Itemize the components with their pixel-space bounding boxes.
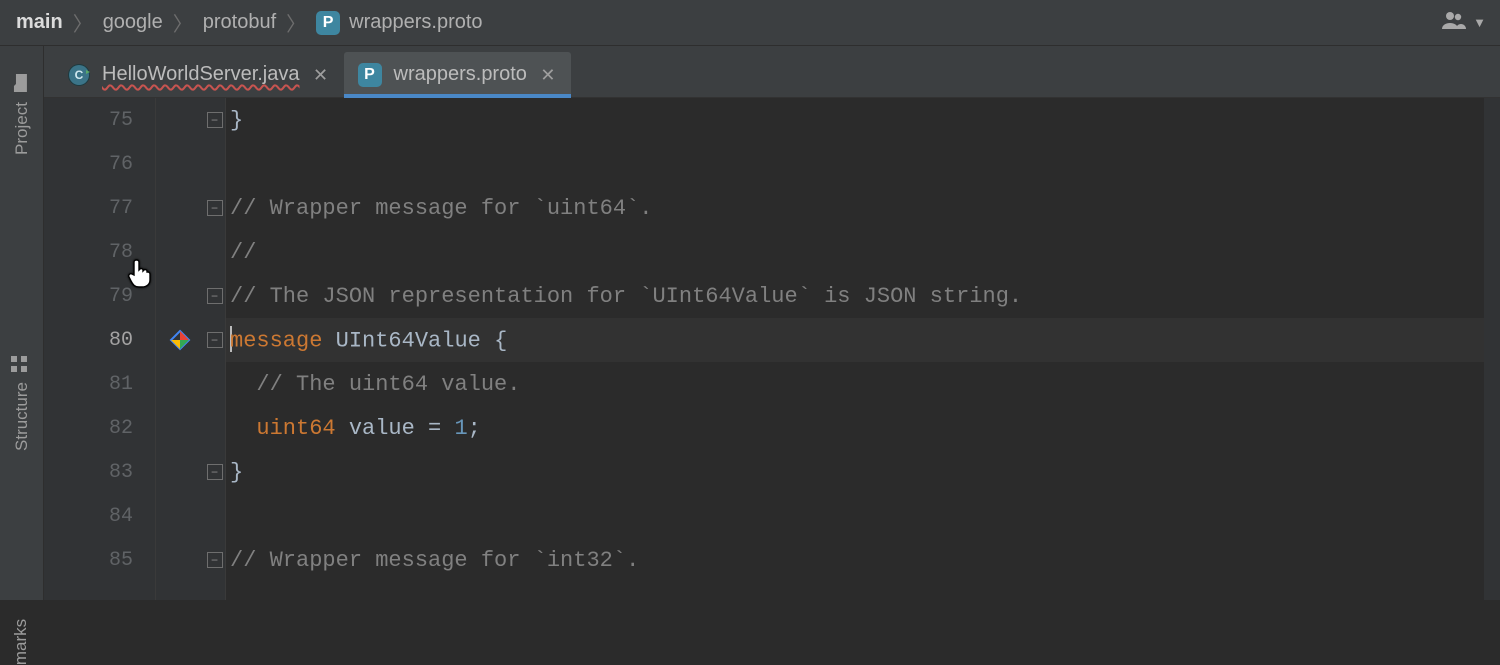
editor-tab-hello[interactable]: C HelloWorldServer.java ✕ bbox=[54, 52, 344, 97]
folder-icon bbox=[11, 74, 32, 92]
breadcrumb-file[interactable]: P wrappers.proto bbox=[312, 9, 486, 37]
editor-tabstrip: C HelloWorldServer.java ✕ P wrappers.pro… bbox=[44, 46, 1500, 98]
breadcrumb-seg-0[interactable]: main bbox=[12, 9, 67, 36]
chevron-right-icon: 〉 bbox=[71, 8, 95, 37]
java-class-icon: C bbox=[68, 64, 90, 86]
fold-toggle-icon[interactable]: − bbox=[207, 552, 223, 568]
code-line[interactable]: // Wrapper message for `uint64`. bbox=[226, 196, 652, 221]
code-line[interactable]: } bbox=[226, 108, 243, 133]
navigation-bar: main 〉 google 〉 protobuf 〉 P wrappers.pr… bbox=[0, 0, 1500, 46]
code-line[interactable]: // The JSON representation for `UInt64Va… bbox=[226, 284, 1022, 309]
fold-toggle-icon[interactable]: − bbox=[207, 288, 223, 304]
scrollbar-overview[interactable] bbox=[1484, 98, 1500, 600]
fold-gutter[interactable]: − − − − − − bbox=[204, 98, 226, 600]
code-line[interactable]: // bbox=[226, 240, 256, 265]
tab-label: HelloWorldServer.java bbox=[102, 63, 300, 86]
line-number[interactable]: 75 bbox=[44, 109, 155, 132]
navigate-icon[interactable] bbox=[169, 329, 191, 351]
sidebar-tool-bookmarks[interactable]: marks bbox=[12, 619, 32, 665]
code-line[interactable]: uint64 value = 1; bbox=[226, 416, 481, 441]
code-line[interactable]: } bbox=[226, 460, 243, 485]
fold-toggle-icon[interactable]: − bbox=[207, 332, 223, 348]
line-number[interactable]: 77 bbox=[44, 197, 155, 220]
code-area[interactable]: } // Wrapper message for `uint64`. // // Th… bbox=[226, 98, 1500, 600]
line-number[interactable]: 81 bbox=[44, 373, 155, 396]
line-number[interactable]: 79 bbox=[44, 285, 155, 308]
icon-gutter[interactable] bbox=[156, 98, 204, 600]
fold-toggle-icon[interactable]: − bbox=[207, 112, 223, 128]
fold-toggle-icon[interactable]: − bbox=[207, 464, 223, 480]
svg-text:C: C bbox=[75, 68, 84, 82]
chevron-down-icon[interactable]: ▼ bbox=[1473, 15, 1486, 30]
code-line[interactable]: message UInt64Value { bbox=[226, 326, 507, 355]
chevron-right-icon: 〉 bbox=[284, 8, 308, 37]
sidebar-tool-project[interactable]: Project bbox=[11, 74, 32, 155]
line-number[interactable]: 83 bbox=[44, 461, 155, 484]
close-icon[interactable]: ✕ bbox=[539, 66, 557, 84]
structure-icon bbox=[11, 356, 32, 372]
breadcrumb-file-name: wrappers.proto bbox=[349, 11, 482, 34]
proto-file-icon: P bbox=[316, 11, 340, 35]
line-number[interactable]: 84 bbox=[44, 505, 155, 528]
line-number[interactable]: 76 bbox=[44, 153, 155, 176]
close-icon[interactable]: ✕ bbox=[312, 66, 330, 84]
line-number[interactable]: 78 bbox=[44, 241, 155, 264]
proto-file-icon: P bbox=[358, 63, 382, 87]
code-line[interactable]: // The uint64 value. bbox=[226, 372, 520, 397]
fold-toggle-icon[interactable]: − bbox=[207, 200, 223, 216]
chevron-right-icon: 〉 bbox=[171, 8, 195, 37]
tool-sidebar: Project Structure marks bbox=[0, 46, 44, 600]
sidebar-tool-label: marks bbox=[12, 619, 32, 665]
sidebar-tool-label: Project bbox=[12, 102, 32, 155]
breadcrumb-seg-2[interactable]: protobuf bbox=[199, 9, 280, 36]
code-line[interactable]: // Wrapper message for `int32`. bbox=[226, 548, 639, 573]
tab-label: wrappers.proto bbox=[394, 63, 527, 86]
sidebar-tool-structure[interactable]: Structure bbox=[11, 356, 32, 451]
breadcrumb-seg-1[interactable]: google bbox=[99, 9, 167, 36]
editor-tab-wrappers[interactable]: P wrappers.proto ✕ bbox=[344, 52, 571, 97]
users-icon[interactable] bbox=[1441, 10, 1467, 35]
line-number-gutter[interactable]: 75 76 77 78 79 80 81 82 83 84 85 bbox=[44, 98, 156, 600]
line-number[interactable]: 85 bbox=[44, 549, 155, 572]
code-editor[interactable]: 75 76 77 78 79 80 81 82 83 84 85 − − − − − − } // Wrappe… bbox=[44, 98, 1500, 600]
line-number[interactable]: 80 bbox=[44, 329, 155, 352]
breadcrumb[interactable]: main 〉 google 〉 protobuf 〉 P wrappers.pr… bbox=[12, 8, 487, 37]
line-number[interactable]: 82 bbox=[44, 417, 155, 440]
sidebar-tool-label: Structure bbox=[12, 382, 32, 451]
